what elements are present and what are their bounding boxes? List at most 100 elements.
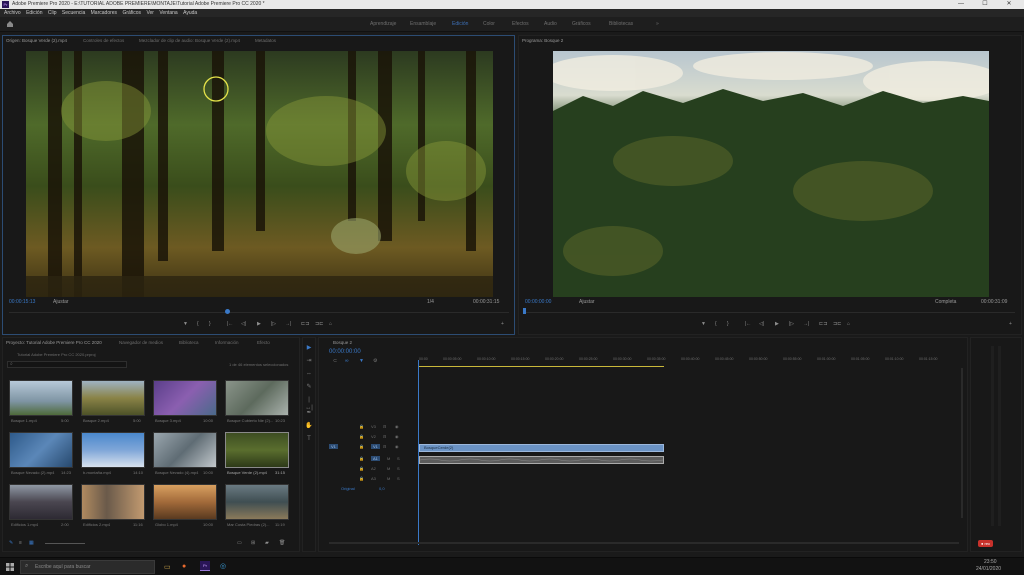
- menu-archivo[interactable]: Archivo: [4, 9, 21, 17]
- app-taskbar-icon[interactable]: ◎: [220, 562, 226, 570]
- lift-button[interactable]: ⊏⊐: [819, 321, 827, 327]
- clip-thumbnail[interactable]: [81, 380, 145, 416]
- source-resolution[interactable]: 1/4: [427, 299, 434, 305]
- source-add-button[interactable]: +: [501, 321, 504, 327]
- sync-icon[interactable]: ⊟: [383, 434, 386, 439]
- solo-button[interactable]: S: [397, 476, 400, 481]
- clip-thumbnail[interactable]: [9, 432, 73, 468]
- workspace-more-button[interactable]: »: [656, 21, 659, 27]
- tab-library[interactable]: Biblioteca: [179, 340, 199, 345]
- solo-button[interactable]: S: [397, 466, 400, 471]
- timeline-timecode[interactable]: 00:00:00:00: [329, 349, 361, 355]
- program-export-frame-button[interactable]: ⌂: [847, 321, 850, 327]
- clip-thumbnail[interactable]: [9, 484, 73, 520]
- mute-button[interactable]: M: [387, 456, 390, 461]
- lock-icon[interactable]: 🔒: [359, 444, 364, 449]
- track-label-a1[interactable]: A1: [371, 456, 380, 461]
- work-area-bar[interactable]: [419, 366, 664, 367]
- trash-icon[interactable]: 🗑: [279, 540, 285, 546]
- windows-icon[interactable]: [6, 563, 14, 571]
- program-mark-in-button[interactable]: {: [715, 321, 717, 327]
- program-timecode[interactable]: 00:00:00:00: [525, 299, 551, 305]
- program-video-frame[interactable]: [553, 51, 989, 297]
- program-scrub-bar[interactable]: [525, 312, 1015, 313]
- tab-effects[interactable]: Efecto: [257, 340, 270, 345]
- program-marker-button[interactable]: ▼: [701, 321, 706, 327]
- ripple-edit-tool-icon[interactable]: ⇔: [305, 370, 313, 378]
- pen-tool-icon[interactable]: ✒: [305, 409, 313, 417]
- icon-view-icon[interactable]: ▦: [29, 540, 34, 546]
- clip-thumbnail[interactable]: [81, 432, 145, 468]
- clip-thumbnail[interactable]: [153, 380, 217, 416]
- new-bin-icon[interactable]: ▭: [237, 540, 242, 546]
- track-label-a2[interactable]: A2: [371, 466, 376, 471]
- marker-button[interactable]: ▼: [183, 321, 188, 327]
- solo-button[interactable]: S: [397, 456, 400, 461]
- firefox-icon[interactable]: ●: [182, 563, 186, 570]
- source-video-frame[interactable]: [26, 51, 493, 297]
- clip-thumbnail[interactable]: [153, 432, 217, 468]
- program-quality-dropdown[interactable]: Completa: [935, 299, 956, 305]
- overwrite-button[interactable]: ⊐⊏: [315, 321, 323, 327]
- zoom-slider[interactable]: [45, 543, 85, 544]
- clip-thumbnail[interactable]: [225, 484, 289, 520]
- program-add-button[interactable]: +: [1009, 321, 1012, 327]
- tab-source[interactable]: Origen: Bosque Verde (2).mp4: [6, 38, 67, 43]
- play-button[interactable]: ▶: [257, 321, 261, 327]
- razor-tool-icon[interactable]: ✎: [305, 383, 313, 391]
- step-back-button[interactable]: ◁|: [241, 321, 246, 327]
- project-search-input[interactable]: ⌕: [7, 361, 127, 368]
- menu-graficos[interactable]: Gráficos: [122, 9, 141, 17]
- menu-clip[interactable]: Clip: [48, 9, 57, 17]
- tab-effect-controls[interactable]: Controles de efectos: [83, 38, 124, 43]
- go-to-out-button[interactable]: →|: [285, 321, 291, 327]
- source-playhead[interactable]: [225, 309, 230, 314]
- eye-icon[interactable]: ◉: [395, 434, 399, 439]
- program-go-to-out-button[interactable]: →|: [803, 321, 809, 327]
- lock-icon[interactable]: 🔒: [359, 476, 364, 481]
- clip-thumbnail[interactable]: [153, 484, 217, 520]
- workspace-edicion[interactable]: Edición: [452, 21, 468, 27]
- mute-button[interactable]: M: [387, 466, 390, 471]
- tab-project[interactable]: Proyecto: Tutorial Adobe Premiere Pro CC…: [6, 340, 102, 345]
- premiere-taskbar-icon[interactable]: Pr: [200, 561, 210, 571]
- export-frame-button[interactable]: ⌂: [329, 321, 332, 327]
- source-patch-v1[interactable]: V1: [329, 444, 338, 449]
- video-clip[interactable]: BosqueCerde(2): [419, 444, 664, 452]
- workspace-ensamblaje[interactable]: Ensamblaje: [410, 21, 436, 27]
- menu-secuencia[interactable]: Secuencia: [62, 9, 85, 17]
- lock-icon[interactable]: 🔒: [359, 424, 364, 429]
- timeline-playhead[interactable]: [418, 360, 419, 545]
- lock-icon[interactable]: 🔒: [359, 466, 364, 471]
- insert-button[interactable]: ⊏⊐: [301, 321, 309, 327]
- clip-thumbnail-selected[interactable]: [225, 432, 289, 468]
- menu-marcadores[interactable]: Marcadores: [91, 9, 117, 17]
- sync-icon[interactable]: ⊟: [383, 424, 386, 429]
- mark-in-button[interactable]: {: [197, 321, 199, 327]
- wrench-icon[interactable]: ⚙: [373, 358, 377, 364]
- add-marker-icon[interactable]: ▼: [359, 358, 364, 364]
- eye-icon[interactable]: ◉: [395, 424, 399, 429]
- source-timecode[interactable]: 00:00:15:13: [9, 299, 35, 305]
- program-go-to-in-button[interactable]: |←: [745, 321, 751, 327]
- program-mark-out-button[interactable]: }: [727, 321, 729, 327]
- mute-button[interactable]: M: [387, 476, 390, 481]
- workspace-audio[interactable]: Audio: [544, 21, 557, 27]
- snap-icon[interactable]: ⊂: [333, 358, 337, 364]
- minimize-button[interactable]: —: [952, 0, 970, 9]
- workspace-graficos[interactable]: Gráficos: [572, 21, 591, 27]
- tab-metadata[interactable]: Metadatos: [255, 38, 276, 43]
- list-view-icon[interactable]: ≡: [19, 540, 22, 546]
- track-label-v3[interactable]: V3: [371, 424, 376, 429]
- type-tool-icon[interactable]: T: [305, 435, 313, 443]
- timeline-ruler[interactable]: 00:00 00:00:05:00 00:00:10:00 00:00:15:0…: [419, 357, 964, 363]
- workspace-bibliotecas[interactable]: Bibliotecas: [609, 21, 633, 27]
- clip-thumbnail[interactable]: [9, 380, 73, 416]
- pencil-icon[interactable]: ✎: [9, 540, 13, 546]
- tab-media-browser[interactable]: Navegador de medios: [119, 340, 163, 345]
- lock-icon[interactable]: 🔒: [359, 434, 364, 439]
- taskbar-search-box[interactable]: ⌕ Escribe aquí para buscar: [20, 560, 155, 574]
- master-value[interactable]: 0,0: [379, 486, 385, 491]
- close-button[interactable]: ✕: [1000, 0, 1018, 9]
- program-playhead[interactable]: [523, 308, 526, 314]
